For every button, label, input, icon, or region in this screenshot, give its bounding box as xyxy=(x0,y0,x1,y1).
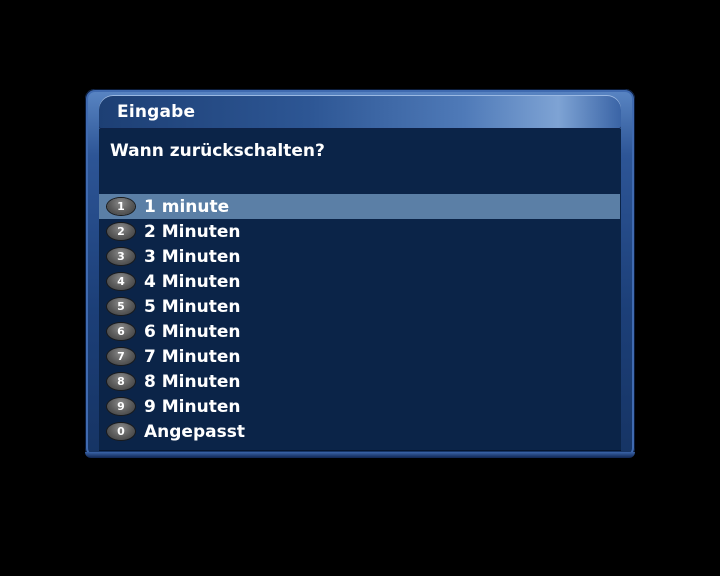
option-label: 9 Minuten xyxy=(144,396,241,417)
number-key-5-icon: 5 xyxy=(107,298,135,315)
option-1-minute[interactable]: 1 1 minute xyxy=(99,194,620,219)
option-3-minutes[interactable]: 3 3 Minuten xyxy=(99,244,620,269)
option-label: 4 Minuten xyxy=(144,271,241,292)
option-8-minutes[interactable]: 8 8 Minuten xyxy=(99,369,620,394)
option-label: 3 Minuten xyxy=(144,246,241,267)
option-5-minutes[interactable]: 5 5 Minuten xyxy=(99,294,620,319)
option-9-minutes[interactable]: 9 9 Minuten xyxy=(99,394,620,419)
number-key-7-icon: 7 xyxy=(107,348,135,365)
number-key-0-icon: 0 xyxy=(107,423,135,440)
input-dialog: Eingabe Wann zurückschalten? 1 1 minute … xyxy=(85,89,635,458)
number-key-8-icon: 8 xyxy=(107,373,135,390)
option-custom[interactable]: 0 Angepasst xyxy=(99,419,620,444)
option-4-minutes[interactable]: 4 4 Minuten xyxy=(99,269,620,294)
number-key-9-icon: 9 xyxy=(107,398,135,415)
number-key-1-icon: 1 xyxy=(107,198,135,215)
option-label: 1 minute xyxy=(144,196,230,217)
option-list: 1 1 minute 2 2 Minuten 3 3 Minuten 4 4 M… xyxy=(99,194,620,444)
option-label: 7 Minuten xyxy=(144,346,241,367)
number-key-3-icon: 3 xyxy=(107,248,135,265)
option-6-minutes[interactable]: 6 6 Minuten xyxy=(99,319,620,344)
option-label: Angepasst xyxy=(144,421,245,442)
option-2-minutes[interactable]: 2 2 Minuten xyxy=(99,219,620,244)
option-label: 2 Minuten xyxy=(144,221,241,242)
option-7-minutes[interactable]: 7 7 Minuten xyxy=(99,344,620,369)
dialog-titlebar: Eingabe xyxy=(99,95,621,129)
number-key-6-icon: 6 xyxy=(107,323,135,340)
option-label: 6 Minuten xyxy=(144,321,241,342)
dialog-question: Wann zurückschalten? xyxy=(110,141,325,161)
option-label: 8 Minuten xyxy=(144,371,241,392)
option-label: 5 Minuten xyxy=(144,296,241,317)
number-key-4-icon: 4 xyxy=(107,273,135,290)
dialog-title: Eingabe xyxy=(117,102,196,122)
dialog-content: Wann zurückschalten? 1 1 minute 2 2 Minu… xyxy=(99,129,621,451)
number-key-2-icon: 2 xyxy=(107,223,135,240)
